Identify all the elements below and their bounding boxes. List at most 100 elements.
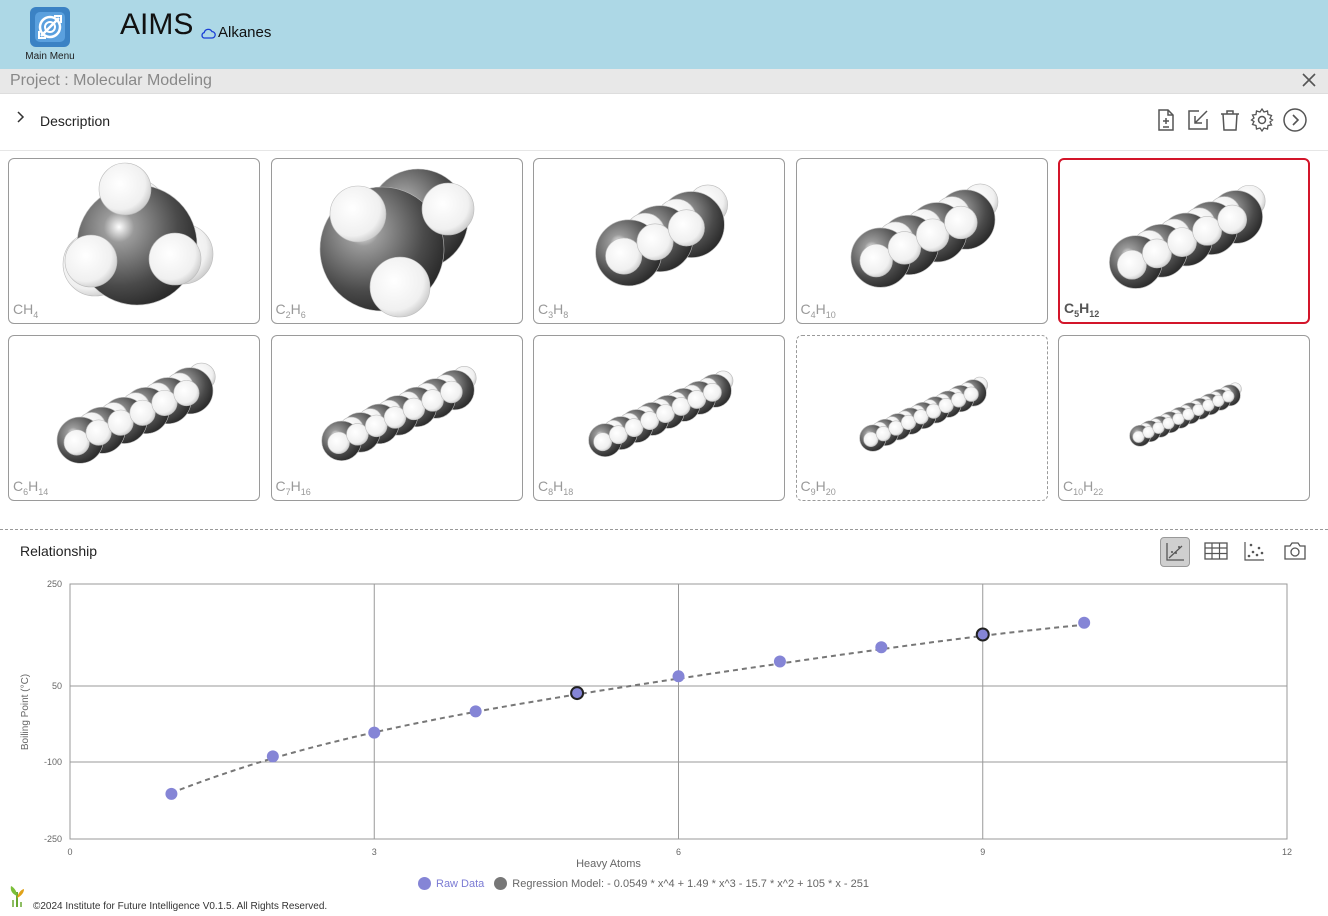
- data-point: [672, 670, 685, 683]
- molecule-3d-view[interactable]: [9, 336, 260, 501]
- formula-hydrogen: H: [28, 478, 39, 495]
- data-point: [266, 750, 279, 763]
- formula-hydrogen: H: [815, 301, 826, 318]
- atom: [148, 232, 202, 286]
- atom: [887, 231, 921, 265]
- molecule-formula: CH4: [13, 301, 38, 320]
- section-divider: [0, 529, 1328, 530]
- formula-carbon: C: [1064, 300, 1075, 317]
- formula-hydrogen-count: 12: [1089, 309, 1100, 319]
- chevron-right-icon[interactable]: [16, 110, 26, 124]
- main-menu-label: Main Menu: [25, 51, 75, 62]
- molecule-card[interactable]: CH4: [8, 158, 260, 324]
- formula-carbon: C: [275, 301, 286, 318]
- formula-hydrogen-count: 20: [825, 487, 836, 497]
- atom: [107, 409, 134, 436]
- formula-hydrogen: H: [815, 478, 826, 495]
- molecule-card[interactable]: C10H22: [1058, 335, 1310, 501]
- molecule-3d-view[interactable]: [1059, 336, 1310, 501]
- formula-hydrogen-count: 16: [300, 487, 311, 497]
- formula-hydrogen-count: 18: [563, 487, 574, 497]
- formula-hydrogen: H: [553, 478, 564, 495]
- model-name[interactable]: Alkanes: [218, 24, 271, 41]
- molecule-formula: C5H12: [1064, 300, 1099, 319]
- run-button[interactable]: [1282, 107, 1308, 133]
- formula-hydrogen-count: 10: [825, 310, 836, 320]
- regression-button[interactable]: [1160, 537, 1190, 567]
- molecule-3d-view[interactable]: [797, 159, 1048, 324]
- atom: [1142, 238, 1172, 269]
- import-button[interactable]: [1185, 107, 1211, 133]
- molecule-card[interactable]: C6H14: [8, 335, 260, 501]
- atom: [636, 223, 674, 261]
- atom: [943, 205, 978, 240]
- molecule-card[interactable]: C7H16: [270, 335, 523, 501]
- atom: [129, 399, 156, 426]
- molecule-3d-view[interactable]: [9, 159, 260, 324]
- formula-hydrogen: H: [1083, 478, 1094, 495]
- x-tick-label: 3: [372, 847, 377, 857]
- y-axis-label: Boiling Point (°C): [20, 674, 31, 750]
- gear-icon: [1250, 107, 1274, 133]
- trash-icon: [1221, 110, 1239, 131]
- atom: [364, 414, 387, 438]
- molecule-card[interactable]: C2H6: [270, 158, 523, 324]
- data-point: [368, 726, 381, 739]
- add-document-button[interactable]: [1153, 107, 1179, 133]
- molecule-card[interactable]: C3H8: [533, 158, 785, 324]
- table-icon: [1204, 542, 1228, 560]
- table-view-button[interactable]: [1201, 537, 1231, 567]
- x-tick-label: 0: [67, 847, 72, 857]
- molecule-card[interactable]: C9H20: [795, 335, 1048, 501]
- molecule-3d-view[interactable]: [272, 159, 523, 324]
- legend-regression-label: Regression Model: - 0.0549 * x^4 + 1.49 …: [512, 877, 869, 890]
- main-menu-button[interactable]: [30, 7, 70, 47]
- molecule-3d-view[interactable]: [797, 336, 1048, 501]
- molecule-formula: C8H18: [538, 478, 573, 497]
- molecule-3d-view[interactable]: [534, 336, 785, 501]
- molecule-formula: C3H8: [538, 301, 568, 320]
- molecule-card[interactable]: C4H10: [795, 158, 1048, 324]
- atom: [1167, 227, 1197, 257]
- scatter-view-button[interactable]: [1240, 537, 1270, 567]
- atom: [64, 234, 118, 288]
- molecule-formula: C7H16: [276, 478, 311, 497]
- atom: [402, 397, 425, 421]
- molecule-formula: C6H14: [13, 478, 48, 497]
- project-title: Project : Molecular Modeling: [10, 72, 212, 89]
- formula-carbon: C: [800, 301, 811, 318]
- legend-item-regression[interactable]: Regression Model: - 0.0549 * x^4 + 1.49 …: [494, 877, 869, 890]
- y-tick-label: -100: [44, 757, 62, 767]
- formula-carbon: C: [538, 478, 549, 495]
- delete-button[interactable]: [1217, 107, 1243, 133]
- settings-button[interactable]: [1249, 107, 1275, 133]
- scatter-icon: [1244, 542, 1264, 561]
- import-icon: [1188, 110, 1208, 130]
- y-tick-label: 250: [47, 579, 62, 589]
- description-label[interactable]: Description: [40, 113, 110, 129]
- screenshot-button[interactable]: [1280, 537, 1310, 567]
- formula-hydrogen: H: [553, 301, 564, 318]
- y-tick-label: -250: [44, 834, 62, 844]
- formula-hydrogen-count: 4: [33, 310, 39, 320]
- formula-carbon: C: [538, 301, 549, 318]
- close-icon[interactable]: [1300, 71, 1318, 89]
- molecule-card[interactable]: C8H18: [533, 335, 785, 501]
- atom: [703, 383, 722, 402]
- atom: [1222, 390, 1235, 403]
- data-point: [570, 686, 585, 701]
- molecule-3d-view[interactable]: [272, 336, 523, 501]
- atom: [1117, 249, 1147, 280]
- atom: [383, 406, 406, 429]
- formula-carbon: C: [13, 478, 24, 495]
- chart-legend: Raw Data Regression Model: - 0.0549 * x^…: [418, 877, 879, 890]
- atom: [329, 185, 386, 243]
- cloud-icon[interactable]: [200, 27, 216, 39]
- atom: [439, 380, 463, 404]
- atom: [151, 389, 178, 416]
- atom: [963, 386, 979, 402]
- molecule-3d-view[interactable]: [534, 159, 785, 324]
- formula-hydrogen: H: [23, 301, 34, 318]
- legend-item-raw-data[interactable]: Raw Data: [418, 877, 484, 890]
- molecule-card[interactable]: C5H12: [1058, 158, 1310, 324]
